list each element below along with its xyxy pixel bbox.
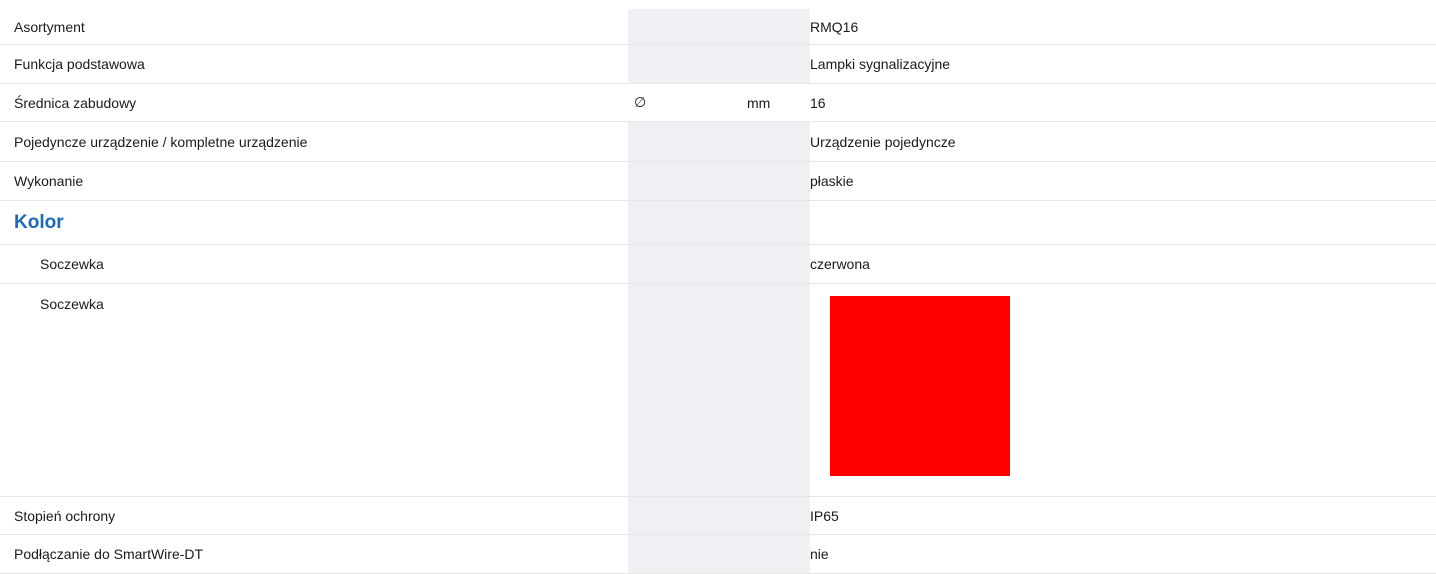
row-label: Pojedyncze urządzenie / kompletne urządz… xyxy=(14,133,308,150)
section-header-row: Kolor xyxy=(0,201,1436,245)
row-label: Średnica zabudowy xyxy=(14,94,137,111)
table-row: Średnica zabudowy ∅ mm 16 xyxy=(0,84,1436,122)
row-value xyxy=(810,201,1430,244)
table-row: Podłączanie do SmartWire-DT nie xyxy=(0,535,1436,574)
unit-cell xyxy=(743,497,810,534)
row-label: Soczewka xyxy=(14,245,614,283)
unit-label: mm xyxy=(747,94,771,111)
row-label: Wykonanie xyxy=(14,173,84,189)
unit-cell xyxy=(743,162,810,200)
row-label: Podłączanie do SmartWire-DT xyxy=(14,546,204,562)
section-title: Kolor xyxy=(14,211,64,233)
row-label-text: Soczewka xyxy=(40,256,104,272)
row-value: IP65 xyxy=(810,507,839,524)
row-value: czerwona xyxy=(810,256,870,272)
symbol-cell: ∅ xyxy=(628,84,743,121)
unit-cell: mm xyxy=(743,84,810,121)
unit-cell xyxy=(743,245,810,283)
symbol-cell xyxy=(628,122,743,161)
row-value: 16 xyxy=(810,94,826,111)
row-value xyxy=(810,284,1430,496)
row-value: płaskie xyxy=(810,173,854,189)
table-row: Asortyment RMQ16 xyxy=(0,9,1436,45)
unit-cell xyxy=(743,122,810,161)
table-row: Funkcja podstawowa Lampki sygnalizacyjne xyxy=(0,45,1436,84)
symbol-cell xyxy=(628,201,743,244)
row-label: Soczewka xyxy=(14,284,614,508)
row-value: Urządzenie pojedyncze xyxy=(810,133,956,150)
row-label: Funkcja podstawowa xyxy=(14,56,145,72)
unit-cell xyxy=(743,9,810,44)
row-value: nie xyxy=(810,546,829,562)
symbol-cell xyxy=(628,497,743,534)
symbol-cell xyxy=(628,162,743,200)
row-label-text: Soczewka xyxy=(40,296,104,312)
table-row: Pojedyncze urządzenie / kompletne urządz… xyxy=(0,122,1436,162)
symbol-cell xyxy=(628,45,743,83)
table-row: Stopień ochrony IP65 xyxy=(0,497,1436,535)
color-swatch xyxy=(830,296,1010,476)
diameter-icon: ∅ xyxy=(634,94,647,110)
row-label: Asortyment xyxy=(14,18,85,35)
unit-cell xyxy=(743,201,810,244)
table-row: Soczewka xyxy=(0,284,1436,497)
symbol-cell xyxy=(628,284,743,496)
symbol-cell xyxy=(628,9,743,44)
row-value: Lampki sygnalizacyjne xyxy=(810,56,951,72)
symbol-cell xyxy=(628,245,743,283)
unit-cell xyxy=(743,535,810,573)
row-label: Stopień ochrony xyxy=(14,507,116,524)
row-value: RMQ16 xyxy=(810,18,859,35)
table-row: Soczewka czerwona xyxy=(0,245,1436,284)
unit-cell xyxy=(743,45,810,83)
symbol-cell xyxy=(628,535,743,573)
unit-cell xyxy=(743,284,810,496)
table-row: Wykonanie płaskie xyxy=(0,162,1436,201)
